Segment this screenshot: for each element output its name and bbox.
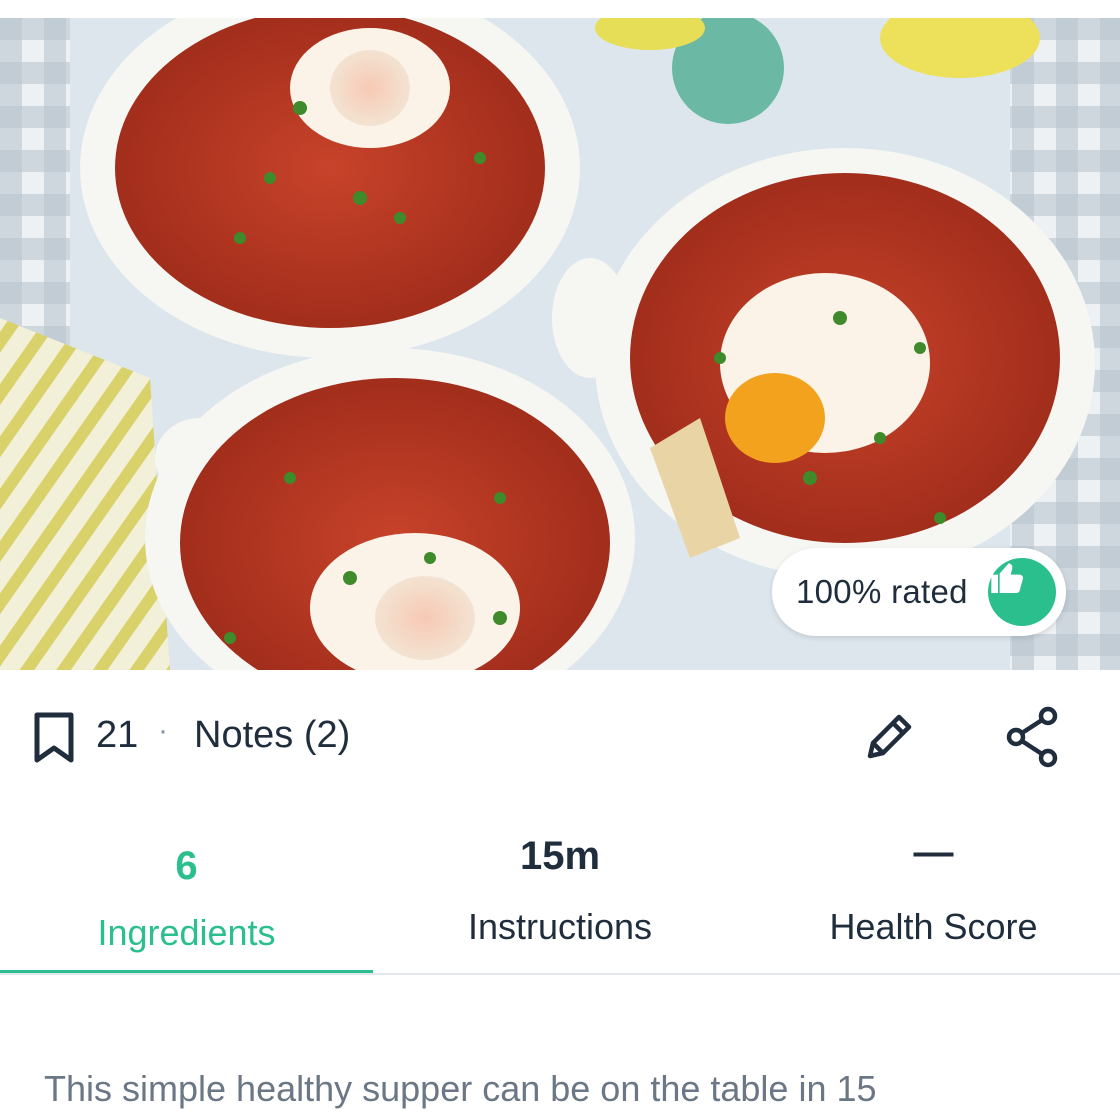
bookmark-icon[interactable] — [33, 712, 75, 769]
recipe-description: This simple healthy supper can be on the… — [44, 1068, 877, 1109]
tab-instructions[interactable]: 15m Instructions — [373, 820, 747, 976]
thumbs-up-icon — [988, 558, 1056, 626]
ingredients-count: 6 — [175, 844, 198, 888]
tab-health-score[interactable]: — Health Score — [747, 820, 1120, 976]
health-score-value: — — [913, 830, 954, 874]
save-count: 21 — [96, 714, 139, 756]
pencil-icon[interactable] — [862, 708, 918, 769]
recipe-tabs: 6 Ingredients 15m Instructions — Health … — [0, 820, 1120, 976]
tab-ingredients[interactable]: 6 Ingredients — [0, 820, 373, 976]
rating-badge[interactable]: 100% rated — [772, 548, 1066, 636]
recipe-hero-image: 100% rated — [0, 18, 1120, 670]
notes-link[interactable]: Notes (2) — [194, 714, 350, 757]
tab-label-instructions: Instructions — [467, 906, 653, 947]
separator-dot: · — [158, 714, 168, 747]
tab-label-ingredients: Ingredients — [97, 912, 276, 953]
rating-text: 100% rated — [796, 573, 968, 610]
recipe-action-row: 21 · Notes (2) — [0, 690, 1120, 786]
instructions-time: 15m — [519, 834, 601, 878]
tabs-divider — [0, 973, 1120, 975]
tab-label-health-score: Health Score — [829, 906, 1038, 947]
share-icon[interactable] — [1004, 706, 1060, 773]
